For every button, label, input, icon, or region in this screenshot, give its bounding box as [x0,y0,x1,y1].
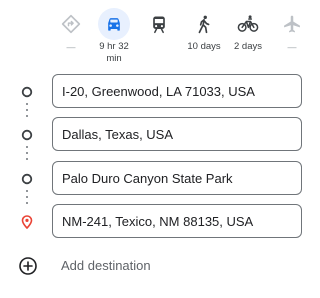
travel-mode-driving[interactable]: 9 hr 32 min [93,8,135,68]
travel-mode-cycling-label: 2 days [234,41,262,52]
waypoint-input-stop-1[interactable] [52,117,302,151]
airplane-icon [276,8,308,40]
origin-circle-icon [21,86,33,98]
waypoint-row [0,161,314,197]
travel-mode-selector: — 9 hr 32 min 10 days 2 days — [50,8,306,68]
travel-mode-walking-label: 10 days [187,41,221,52]
waypoint-row [0,117,314,153]
add-circle-icon [19,257,37,275]
waypoint-input-origin[interactable] [52,74,302,108]
car-icon [98,8,130,40]
add-destination-button[interactable]: Add destination [0,255,314,277]
walking-person-icon [188,8,220,40]
travel-mode-best-label: — [66,42,76,52]
travel-mode-transit[interactable] [138,8,180,68]
waypoint-circle-icon [21,129,33,141]
waypoint-input-destination[interactable] [52,204,302,238]
travel-mode-driving-label: 9 hr 32 min [99,41,129,64]
travel-mode-cycling[interactable]: 2 days [227,8,269,68]
waypoint-row [0,204,314,240]
travel-mode-flights[interactable]: — [271,8,313,68]
travel-mode-flights-label: — [287,42,297,52]
waypoint-circle-icon [21,173,33,185]
travel-mode-best[interactable]: — [50,8,92,68]
train-icon [143,8,175,40]
add-destination-label: Add destination [61,258,151,273]
bicycle-icon [232,8,264,40]
best-route-diamond-icon [55,8,87,40]
waypoint-row [0,74,314,110]
waypoint-input-stop-2[interactable] [52,161,302,195]
destination-pin-icon [21,215,33,229]
travel-mode-walking[interactable]: 10 days [183,8,225,68]
